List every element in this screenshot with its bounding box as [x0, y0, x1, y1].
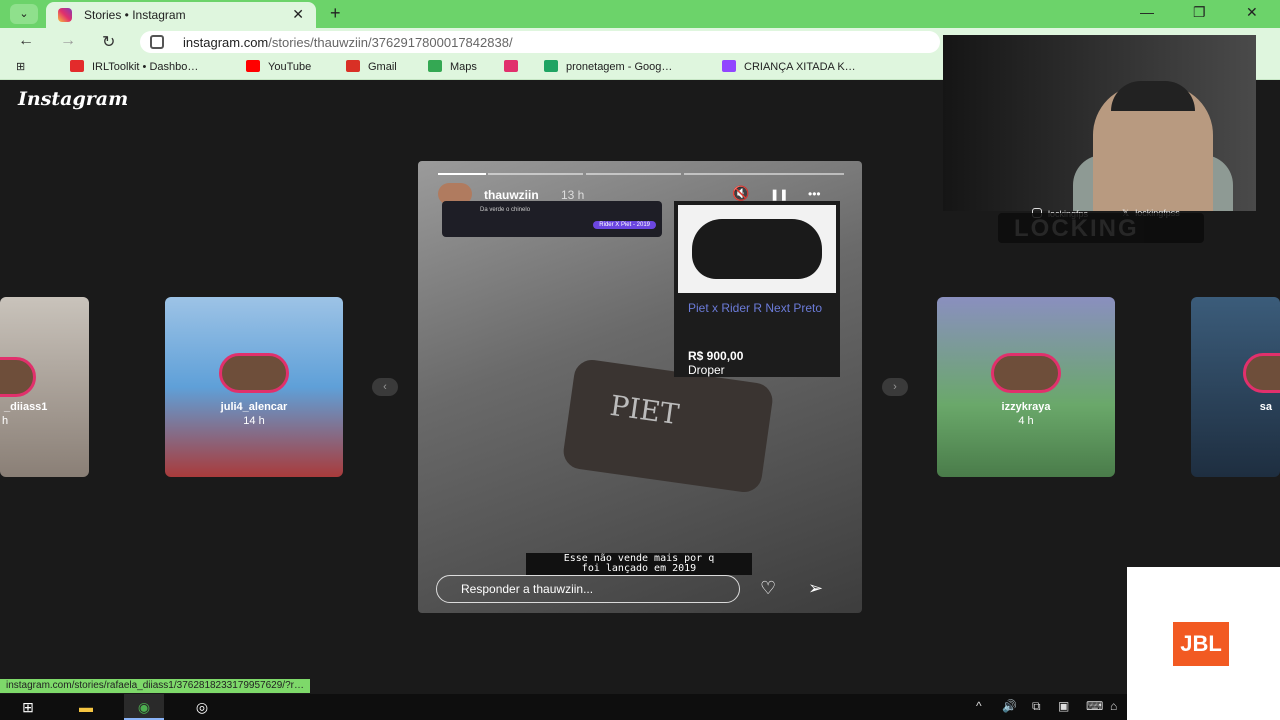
- bookmark-pronetagem[interactable]: pronetagem - Goog…: [544, 60, 672, 73]
- story-preview-username: sa: [1259, 401, 1272, 413]
- streamer-webcam: [943, 35, 1256, 211]
- reply-input[interactable]: Responder a thauwziin...: [436, 575, 740, 603]
- url-path: /stories/thauwziin/3762917800017842838/: [268, 35, 513, 50]
- twitch-icon: [722, 60, 736, 72]
- previous-story-button[interactable]: ‹: [372, 378, 398, 396]
- story-preview-username: juli4_alencar: [220, 401, 288, 413]
- send-icon[interactable]: ➢: [808, 578, 823, 599]
- avatar: [0, 357, 36, 397]
- story-viewer[interactable]: thauwziin 13 h 🔇 ❚❚ ••• Da verde o chine…: [418, 161, 862, 613]
- story-preview-time: 14 h: [243, 415, 265, 427]
- link-status-bubble: instagram.com/stories/rafaela_diiass1/37…: [0, 679, 310, 693]
- tab-title: Stories • Instagram: [84, 8, 186, 22]
- address-bar[interactable]: instagram.com/stories/thauwziin/37629178…: [140, 31, 940, 53]
- bookmark-crianca-xitada[interactable]: CRIANÇA XITADA K…: [722, 60, 856, 73]
- drive-icon: [544, 60, 558, 72]
- avatar: [1243, 353, 1280, 393]
- avatar: [219, 353, 289, 393]
- restore-button[interactable]: ❐: [1193, 4, 1206, 21]
- story-progress-current: [438, 173, 486, 175]
- site-info-icon[interactable]: [150, 35, 164, 49]
- close-tab-icon[interactable]: ✕: [292, 6, 304, 23]
- product-store: Droper: [688, 363, 725, 377]
- avatar: [991, 353, 1061, 393]
- dm-reply-badge: Rider X Piet - 2019: [593, 221, 656, 229]
- reply-placeholder: Responder a thauwziin...: [461, 582, 594, 596]
- keyboard-icon[interactable]: ⌨: [1086, 699, 1103, 713]
- story-time: 13 h: [561, 188, 585, 202]
- pause-icon[interactable]: ❚❚: [770, 188, 788, 201]
- stream-banner: LOCKING: [998, 213, 1204, 243]
- product-card[interactable]: Piet x Rider R Next Preto R$ 900,00 Drop…: [674, 201, 840, 377]
- like-icon[interactable]: ♡: [760, 578, 776, 599]
- story-preview-time: 4 h: [1018, 415, 1034, 427]
- story-username[interactable]: thauwziin: [484, 188, 539, 202]
- file-explorer-icon[interactable]: ▬: [66, 694, 106, 720]
- story-preview-username: _diiass1: [4, 401, 48, 413]
- bookmark-gmail[interactable]: Gmail: [346, 60, 397, 73]
- bag-print: PIET: [608, 388, 681, 432]
- new-tab-button[interactable]: +: [330, 3, 341, 24]
- tray-app-icon[interactable]: ⧉: [1032, 699, 1041, 714]
- story-preview-time: h: [2, 415, 9, 427]
- jbl-logo: JBL: [1173, 622, 1229, 666]
- back-button[interactable]: ←: [18, 32, 34, 50]
- tab-bar: ⌄ Stories • Instagram ✕ + — ❐ ✕: [0, 0, 1280, 28]
- active-tab[interactable]: Stories • Instagram ✕: [46, 2, 316, 28]
- dm-message: Da verde o chinelo: [480, 207, 531, 213]
- bookmark-youtube[interactable]: YouTube: [246, 60, 311, 73]
- chrome-icon[interactable]: ◉: [124, 694, 164, 720]
- apps-grid-icon[interactable]: ⊞: [16, 60, 25, 73]
- tab-search-button[interactable]: ⌄: [10, 4, 38, 24]
- sponsor-box: JBL: [1127, 567, 1280, 720]
- mute-icon[interactable]: 🔇: [732, 185, 749, 202]
- more-options-icon[interactable]: •••: [808, 187, 821, 201]
- close-window-button[interactable]: ✕: [1246, 4, 1258, 21]
- story-preview-rafaela[interactable]: _diiass1 h: [0, 297, 89, 477]
- bookmark-irltoolkit[interactable]: IRLToolkit • Dashbo…: [70, 60, 198, 73]
- taskbar: ⊞ ▬ ◉ ◎ ^ 🔊 ⧉ ▣ ⌨ ⌂: [0, 694, 1127, 720]
- story-preview-juli4[interactable]: juli4_alencar 14 h: [165, 297, 343, 477]
- dm-screenshot: Da verde o chinelo Rider X Piet - 2019: [442, 201, 662, 237]
- yandex-icon: [70, 60, 84, 72]
- usb-icon[interactable]: ▣: [1058, 699, 1069, 713]
- youtube-icon: [246, 60, 260, 72]
- product-image: [678, 205, 836, 293]
- story-progress-segment: [684, 173, 844, 175]
- sandal-icon: [692, 219, 822, 279]
- story-caption: Esse não vende mais por q foi lançado em…: [526, 553, 752, 575]
- tray-overflow-icon[interactable]: ^: [976, 699, 982, 713]
- story-preview-izzykraya[interactable]: izzykraya 4 h: [937, 297, 1115, 477]
- story-preview-sa[interactable]: sa: [1191, 297, 1280, 477]
- sandal-bag-image: PIET: [561, 357, 775, 495]
- windows-start-icon[interactable]: ⊞: [8, 694, 48, 720]
- minimize-button[interactable]: —: [1140, 4, 1154, 20]
- url-host: instagram.com: [183, 35, 269, 50]
- story-progress-segment: [586, 173, 681, 175]
- network-icon[interactable]: ⌂: [1110, 699, 1117, 713]
- reload-button[interactable]: ↻: [102, 32, 115, 52]
- bookmark-instagram[interactable]: [504, 60, 526, 73]
- story-preview-username: izzykraya: [1001, 401, 1051, 413]
- gmail-icon: [346, 60, 360, 72]
- instagram-logo[interactable]: Instagram: [18, 88, 128, 110]
- banner-text: LOCKING: [1014, 215, 1139, 242]
- forward-button[interactable]: →: [60, 32, 76, 50]
- webcam-person-cap: [1111, 81, 1195, 111]
- story-progress-segment: [488, 173, 583, 175]
- next-story-button[interactable]: ›: [882, 378, 908, 396]
- maps-icon: [428, 60, 442, 72]
- caption-line: foi lançado em 2019: [581, 563, 697, 574]
- product-price: R$ 900,00: [688, 349, 744, 363]
- url-text: instagram.com/stories/thauwziin/37629178…: [183, 35, 513, 50]
- obs-icon[interactable]: ◎: [182, 694, 222, 720]
- instagram-icon: [504, 60, 518, 72]
- volume-icon[interactable]: 🔊: [1002, 699, 1017, 713]
- product-name: Piet x Rider R Next Preto: [688, 301, 823, 315]
- bookmark-maps[interactable]: Maps: [428, 60, 477, 73]
- instagram-favicon-icon: [58, 8, 72, 22]
